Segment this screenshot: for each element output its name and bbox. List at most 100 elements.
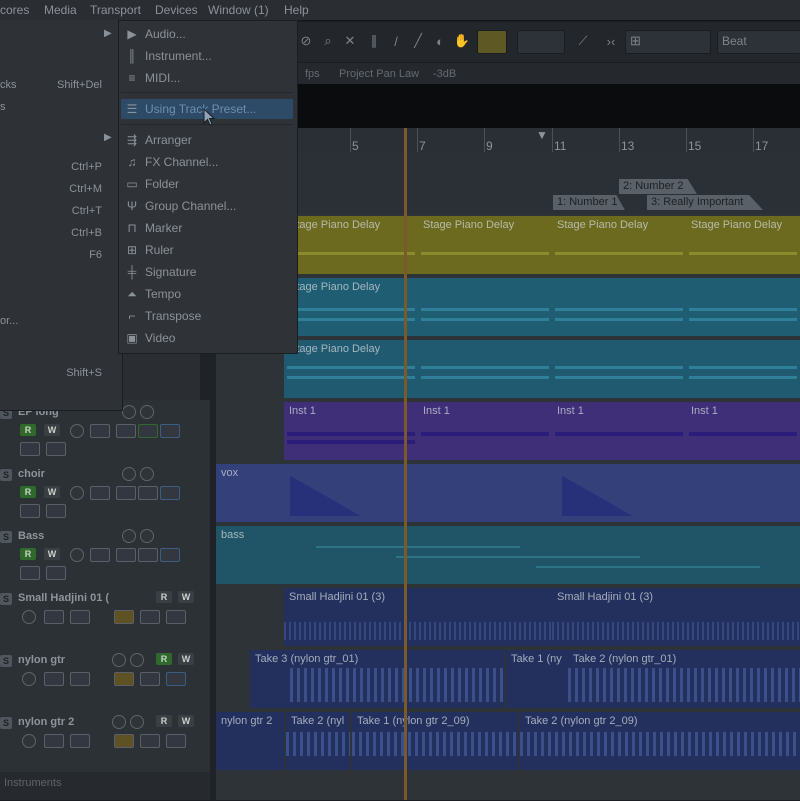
menu-item-midi[interactable]: ≡ MIDI... <box>121 68 293 88</box>
frame-rate-field[interactable]: fps <box>305 68 320 80</box>
menu-item-fx-channel[interactable]: ♫ FX Channel... <box>121 152 293 172</box>
lock-button[interactable] <box>140 672 160 686</box>
part-take-2[interactable]: Take 2 (nylon gtr_01) <box>568 650 800 708</box>
record-enable-icon[interactable] <box>22 734 36 748</box>
read-button[interactable]: R <box>156 653 172 665</box>
part-take-3[interactable]: Take 3 (nylon gtr_01) <box>250 650 504 708</box>
shortcut-tempo-track[interactable]: Ctrl+T <box>72 205 102 217</box>
shortcut-project-setup[interactable]: Shift+S <box>66 367 102 379</box>
menu-item-audio[interactable]: ▶ Audio... <box>121 24 293 44</box>
track-nylon-gtr[interactable]: S nylon gtr R W <box>0 648 210 711</box>
erase-tool-icon[interactable]: ✕ <box>341 30 359 52</box>
part-take-1b[interactable]: Take 1 (nylon gtr 2_09) <box>352 712 518 770</box>
menu-item-remove-selected-tracks[interactable]: cks <box>0 79 17 91</box>
zoom-tool-icon[interactable]: ⌕ <box>319 30 337 52</box>
solo-button[interactable]: S <box>0 593 12 605</box>
monitor-button[interactable] <box>44 734 64 748</box>
solo-button[interactable]: S <box>0 469 12 481</box>
track-small-hadjini[interactable]: S Small Hadjini 01 ( R W <box>0 586 210 649</box>
part-inst-1-b[interactable]: Inst 1 <box>418 402 552 460</box>
read-button[interactable]: R <box>20 486 36 498</box>
write-button[interactable]: W <box>178 653 194 665</box>
eq-button[interactable] <box>138 486 158 500</box>
read-button[interactable]: R <box>20 548 36 560</box>
folder-track-instruments[interactable]: Instruments <box>0 772 210 801</box>
read-button[interactable]: R <box>156 591 172 603</box>
menu-transport[interactable]: Transport <box>90 3 141 17</box>
write-button[interactable]: W <box>178 715 194 727</box>
snap-toggle-icon[interactable]: ⟋ <box>573 30 593 52</box>
part-small-hadjini-2[interactable]: Small Hadjini 01 (3) <box>552 588 800 646</box>
instrument-icon[interactable] <box>70 548 84 562</box>
color-tool-button[interactable] <box>477 30 507 54</box>
solo-button[interactable]: S <box>0 655 12 667</box>
menu-window[interactable]: Window (1) <box>208 3 269 17</box>
part-stage-piano-cyan-3[interactable] <box>552 278 686 336</box>
line-tool-icon[interactable]: ╱ <box>409 30 427 52</box>
part-inst-1-c[interactable]: Inst 1 <box>552 402 686 460</box>
sends-button[interactable] <box>166 610 186 624</box>
marker-really-important[interactable]: 3: Really Important <box>647 195 763 210</box>
sends-button[interactable] <box>160 424 180 438</box>
sends-button[interactable] <box>166 734 186 748</box>
edit-icon[interactable] <box>140 405 154 419</box>
part-stage-piano-3[interactable]: Stage Piano Delay <box>552 216 686 274</box>
inserts-button[interactable] <box>116 424 136 438</box>
menu-item-group-channel[interactable]: Ψ Group Channel... <box>121 196 293 216</box>
menu-item-arranger[interactable]: ⇶ Arranger <box>121 130 293 150</box>
instrument-icon[interactable] <box>70 424 84 438</box>
part-inst-1-d[interactable]: Inst 1 <box>686 402 800 460</box>
snap-mode-icon[interactable]: ›‹ <box>601 30 621 52</box>
shortcut-beat-calculator[interactable]: F6 <box>89 249 102 261</box>
part-stage-piano-delay-2[interactable] <box>418 340 552 398</box>
folder-icon[interactable] <box>46 504 66 518</box>
monitor-icon[interactable] <box>122 467 136 481</box>
shortcut-browser[interactable]: Ctrl+B <box>71 227 102 239</box>
eq-button[interactable] <box>138 548 158 562</box>
part-nylon-gtr-2[interactable]: nylon gtr 2 <box>216 712 284 770</box>
draw-tool-icon[interactable]: / <box>387 30 405 52</box>
inserts-button[interactable] <box>116 486 136 500</box>
lane-button[interactable] <box>90 486 110 500</box>
write-button[interactable]: W <box>44 548 60 560</box>
part-bass[interactable]: bass <box>216 526 800 584</box>
write-button[interactable]: W <box>44 424 60 436</box>
glue-tool-icon[interactable]: ⊘ <box>297 30 315 52</box>
edit-instrument-button[interactable] <box>20 566 40 580</box>
part-take-1[interactable]: Take 1 (ny <box>506 650 568 708</box>
track-bass[interactable]: S Bass R W <box>0 524 210 587</box>
timebase-button[interactable] <box>114 734 134 748</box>
track-choir[interactable]: S choir R W <box>0 462 210 525</box>
menu-item-tempo[interactable]: ⏶ Tempo <box>121 284 293 304</box>
project-cursor[interactable] <box>404 128 407 800</box>
write-button[interactable]: W <box>178 591 194 603</box>
monitor-button[interactable] <box>44 672 64 686</box>
menu-item-editor[interactable]: or... <box>0 315 18 327</box>
part-inst-1-a[interactable]: Inst 1 <box>284 402 418 460</box>
read-button[interactable]: R <box>156 715 172 727</box>
edit-instrument-button[interactable] <box>20 504 40 518</box>
menu-item-video[interactable]: ▣ Video <box>121 328 293 348</box>
eq-button[interactable] <box>138 424 158 438</box>
edit-instrument-button[interactable] <box>20 442 40 456</box>
lane-button[interactable] <box>70 734 90 748</box>
timeline-ruler[interactable]: 5 7 9 11 13 15 17 ▼ <box>216 128 800 153</box>
lane-button[interactable] <box>90 548 110 562</box>
part-stage-piano-cyan-2[interactable] <box>418 278 552 336</box>
lane-button[interactable] <box>70 672 90 686</box>
monitor-icon[interactable] <box>122 529 136 543</box>
pan-law-value[interactable]: -3dB <box>433 68 456 80</box>
part-take-2b[interactable]: Take 2 (nyl <box>286 712 350 770</box>
record-enable-icon[interactable] <box>22 610 36 624</box>
grid-type-dropdown[interactable]: ⊞ <box>625 30 711 54</box>
part-stage-piano-cyan-1[interactable]: Stage Piano Delay <box>284 278 418 336</box>
part-stage-piano-cyan-4[interactable] <box>686 278 800 336</box>
monitor-icon[interactable] <box>122 405 136 419</box>
part-take-2c[interactable]: Take 2 (nylon gtr 2_09) <box>520 712 800 770</box>
menu-item-transpose[interactable]: ⌐ Transpose <box>121 306 293 326</box>
part-stage-piano-2[interactable]: Stage Piano Delay <box>418 216 552 274</box>
write-button[interactable]: W <box>44 486 60 498</box>
auto-scroll-dropdown[interactable] <box>517 30 565 54</box>
part-stage-piano-delay-1[interactable]: Stage Piano Delay <box>284 340 418 398</box>
lock-button[interactable] <box>140 734 160 748</box>
